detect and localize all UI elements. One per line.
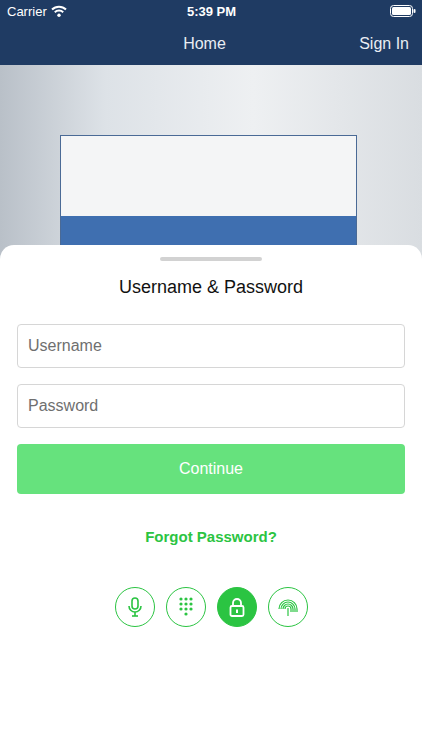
nav-right: Sign In [226, 35, 422, 53]
username-field[interactable] [17, 324, 405, 368]
continue-button[interactable]: Continue [17, 444, 405, 494]
sheet-handle[interactable] [160, 257, 262, 261]
clock: 5:39 PM [143, 4, 279, 19]
forgot-password-link[interactable]: Forgot Password? [17, 528, 405, 545]
lock-icon [226, 596, 248, 618]
auth-method-row [17, 587, 405, 627]
auth-method-button[interactable] [268, 587, 308, 627]
status-right [280, 5, 416, 17]
fingerprint-icon [277, 596, 299, 618]
keypad-icon [175, 596, 197, 618]
auth-method-button[interactable] [115, 587, 155, 627]
auth-method-button[interactable] [166, 587, 206, 627]
status-bar: Carrier 5:39 PM [0, 0, 422, 22]
sheet-title: Username & Password [17, 276, 405, 298]
login-sheet: Username & Password Continue Forgot Passwo… [0, 245, 422, 750]
battery-icon [390, 5, 416, 17]
microphone-icon [124, 596, 146, 618]
status-left: Carrier [7, 4, 143, 19]
nav-bar: Home Sign In [0, 22, 422, 65]
password-field[interactable] [17, 384, 405, 428]
wifi-icon [51, 5, 67, 17]
hero-photo [0, 65, 422, 260]
sign-in-button[interactable]: Sign In [359, 35, 409, 53]
hero-banner [60, 135, 357, 260]
carrier-label: Carrier [7, 4, 47, 19]
auth-method-button[interactable] [217, 587, 257, 627]
nav-title: Home [183, 35, 226, 53]
